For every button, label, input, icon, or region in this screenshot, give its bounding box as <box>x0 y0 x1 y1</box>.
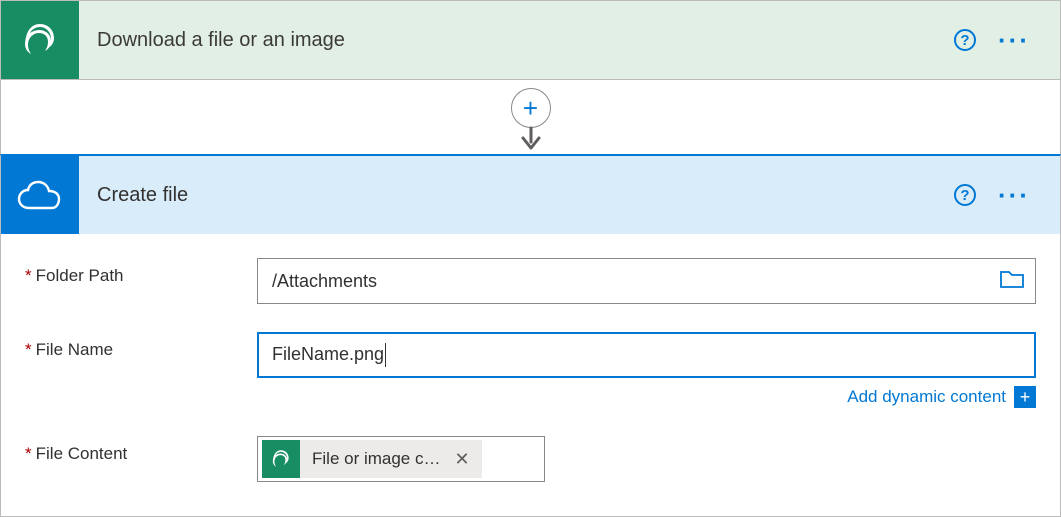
file-content-label: *File Content <box>25 436 257 464</box>
step2-body: *Folder Path /Attachments *File Name Fil… <box>1 234 1060 516</box>
more-menu-button[interactable]: ··· <box>998 35 1030 45</box>
folder-picker-icon[interactable] <box>999 269 1025 294</box>
token-label: File or image c… <box>300 449 450 469</box>
file-content-input[interactable]: File or image c… ✕ <box>257 436 545 482</box>
help-icon[interactable]: ? <box>954 29 976 51</box>
token-remove-button[interactable]: ✕ <box>450 449 481 470</box>
onedrive-cloud-icon <box>1 156 79 234</box>
text-cursor <box>385 343 386 367</box>
step2-header[interactable]: Create file ? ··· <box>1 156 1060 234</box>
step1-title: Download a file or an image <box>79 29 954 52</box>
field-row-file-name: *File Name FileName.png Add dynamic cont… <box>25 332 1036 408</box>
step2-title: Create file <box>79 184 954 207</box>
dynamic-content-token[interactable]: File or image c… ✕ <box>262 440 482 478</box>
step-create-file: Create file ? ··· *Folder Path /Attachme… <box>0 154 1061 517</box>
arrow-down-icon <box>516 126 546 160</box>
field-row-file-content: *File Content File or image c… ✕ <box>25 436 1036 482</box>
connector-area: + <box>0 80 1061 154</box>
add-dynamic-content-button[interactable]: + <box>1014 386 1036 408</box>
file-name-value: FileName.png <box>272 343 1024 367</box>
step-download-file: Download a file or an image ? ··· <box>0 0 1061 80</box>
file-name-label: *File Name <box>25 332 257 360</box>
folder-path-value: /Attachments <box>272 271 999 292</box>
help-icon[interactable]: ? <box>954 184 976 206</box>
insert-step-button[interactable]: + <box>511 88 551 128</box>
step1-header[interactable]: Download a file or an image ? ··· <box>1 1 1060 79</box>
folder-path-label: *Folder Path <box>25 258 257 286</box>
dataverse-swirl-icon <box>262 440 300 478</box>
plus-icon: + <box>523 98 538 118</box>
field-row-folder-path: *Folder Path /Attachments <box>25 258 1036 304</box>
add-dynamic-content-link[interactable]: Add dynamic content <box>847 387 1006 407</box>
more-menu-button[interactable]: ··· <box>998 190 1030 200</box>
file-name-input[interactable]: FileName.png <box>257 332 1036 378</box>
folder-path-input[interactable]: /Attachments <box>257 258 1036 304</box>
dataverse-swirl-icon <box>1 1 79 79</box>
